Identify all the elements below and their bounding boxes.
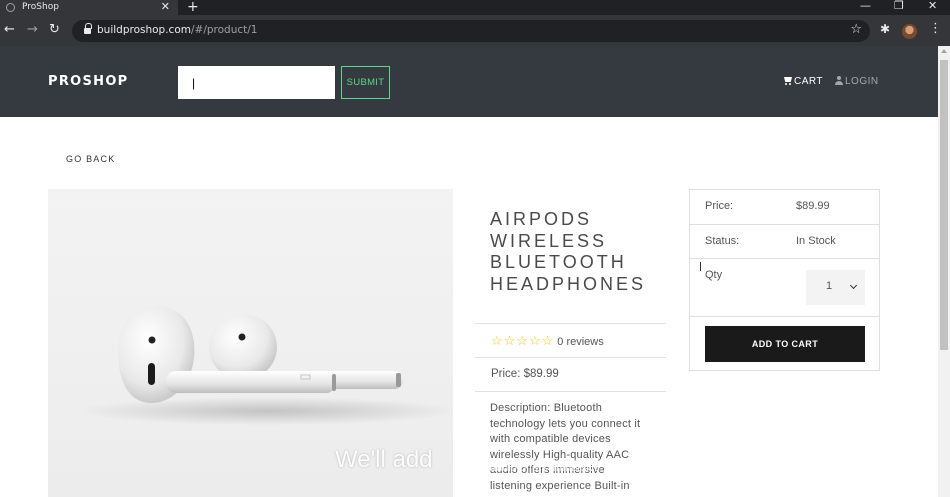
- forward-arrow-icon[interactable]: →: [27, 22, 38, 37]
- status-row: Status: In Stock: [690, 225, 879, 259]
- back-arrow-icon[interactable]: ←: [4, 22, 15, 37]
- price-row: Price: $89.99: [690, 190, 879, 225]
- window-close-icon[interactable]: ✕: [928, 0, 937, 12]
- browser-tab[interactable]: ProShop ✕: [0, 0, 178, 15]
- user-icon: [835, 76, 843, 85]
- tab-title: ProShop: [22, 2, 59, 12]
- divider: [475, 357, 666, 358]
- shopping-cart-icon: [783, 77, 793, 85]
- browser-toolbar: ← → ↻ buildproshop.com/#/product/1 ☆ ✱ ⋮: [0, 15, 950, 46]
- divider: [475, 391, 666, 392]
- price-value: $89.99: [796, 200, 830, 212]
- kebab-menu-icon[interactable]: ⋮: [929, 21, 942, 36]
- video-caption-secondary: audio offers immersive: [490, 462, 601, 474]
- video-caption: We'll add: [335, 446, 433, 473]
- restore-icon[interactable]: ❐: [894, 0, 904, 12]
- divider: [475, 323, 666, 324]
- reviews-count: 0 reviews: [557, 336, 604, 348]
- text-cursor-icon: [700, 262, 706, 271]
- go-back-button[interactable]: GO BACK: [66, 154, 115, 164]
- minimize-icon[interactable]: —: [860, 0, 871, 12]
- bookmark-star-icon[interactable]: ☆: [850, 22, 862, 37]
- site-navbar: PROSHOP SUBMIT CART LOGIN: [0, 46, 938, 117]
- globe-icon: [6, 3, 15, 12]
- qty-selected-value: 1: [826, 280, 833, 292]
- brand-logo[interactable]: PROSHOP: [48, 74, 129, 89]
- nav-login-link[interactable]: LOGIN: [835, 76, 879, 87]
- reload-icon[interactable]: ↻: [49, 22, 60, 37]
- url-text: buildproshop.com/#/product/1: [97, 24, 258, 36]
- product-description: Description: Bluetooth technology lets y…: [490, 402, 641, 492]
- page-scrollbar[interactable]: [938, 46, 950, 497]
- purchase-card: Price: $89.99 Status: In Stock Qty 1 ADD…: [689, 189, 880, 371]
- product-price: Price: $89.99: [491, 368, 559, 380]
- scroll-up-arrow-icon[interactable]: [941, 49, 947, 53]
- puzzle-extension-icon[interactable]: ✱: [880, 22, 890, 36]
- nav-cart-link[interactable]: CART: [783, 76, 823, 87]
- lock-icon: [84, 23, 92, 35]
- address-bar[interactable]: buildproshop.com/#/product/1 ☆: [72, 20, 870, 42]
- product-title: AIRPODS WIRELESS BLUETOOTH HEADPHONES: [490, 209, 647, 294]
- qty-label: Qty: [705, 269, 723, 281]
- search-input[interactable]: [178, 66, 335, 99]
- qty-select[interactable]: 1: [806, 270, 865, 305]
- status-value: In Stock: [796, 235, 836, 247]
- rating-stars-icon: ☆☆☆☆☆: [491, 333, 555, 348]
- tab-close-icon[interactable]: ✕: [161, 0, 170, 14]
- search-submit-button[interactable]: SUBMIT: [341, 66, 390, 99]
- chevron-down-icon: [849, 281, 858, 290]
- add-to-cart-button[interactable]: ADD TO CART: [705, 326, 865, 362]
- product-rating: ☆☆☆☆☆ 0 reviews: [491, 333, 604, 349]
- price-label: Price:: [705, 200, 734, 212]
- status-label: Status:: [705, 235, 740, 247]
- browser-tab-strip: ProShop ✕ + — ❐ ✕: [0, 0, 950, 15]
- scrollbar-thumb[interactable]: [940, 60, 948, 350]
- profile-avatar[interactable]: [902, 24, 917, 39]
- new-tab-button[interactable]: +: [187, 0, 199, 15]
